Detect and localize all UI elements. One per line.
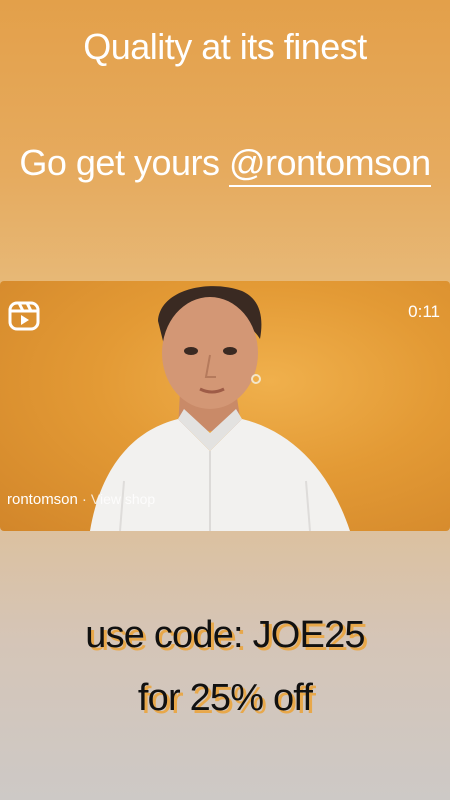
promo-code-line: use code: JOE25	[85, 614, 365, 656]
promo-discount-line: for 25% off	[137, 677, 313, 719]
video-duration: 0:11	[408, 302, 440, 321]
subline-prefix: Go get yours	[19, 142, 229, 183]
separator-dot: ·	[81, 491, 87, 508]
reels-icon	[8, 301, 40, 331]
reel-username[interactable]: rontomson	[7, 491, 78, 508]
mention-link[interactable]: @rontomson	[228, 142, 431, 188]
reel-shop-line: rontomson · View shop	[7, 491, 155, 508]
story-subline: Go get yours @rontomson	[0, 142, 450, 188]
view-shop-link[interactable]: View shop	[91, 491, 155, 507]
story-headline: Quality at its finest	[83, 26, 367, 67]
